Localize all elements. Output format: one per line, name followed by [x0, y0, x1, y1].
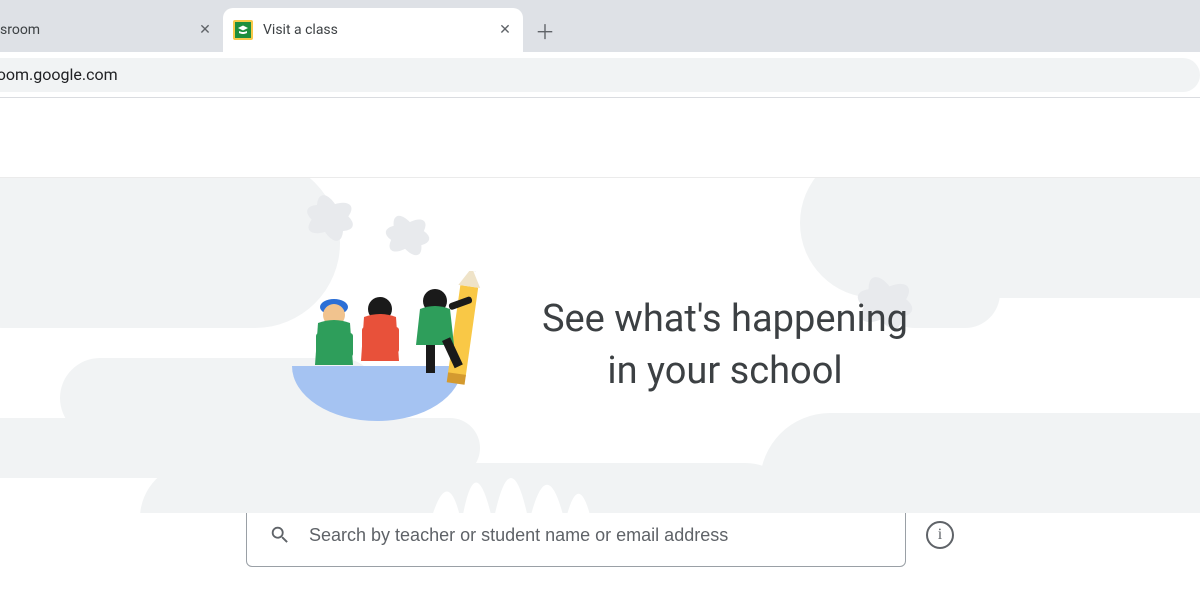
info-icon: i: [938, 526, 942, 544]
browser-tab-strip: sroom ✕ Visit a class ✕ ＋: [0, 0, 1200, 52]
close-icon[interactable]: ✕: [197, 22, 213, 38]
address-input[interactable]: classroom.google.com: [0, 58, 1200, 92]
plus-icon: ＋: [535, 16, 555, 45]
tab-title: Visit a class: [263, 22, 487, 38]
search-input[interactable]: [309, 525, 883, 546]
info-button[interactable]: i: [926, 521, 954, 549]
close-icon[interactable]: ✕: [497, 22, 513, 38]
address-bar: classroom.google.com: [0, 52, 1200, 98]
browser-tab-1[interactable]: Visit a class ✕: [223, 8, 523, 52]
grass-icon: [430, 433, 610, 513]
hero-heading-line1: See what's happening: [542, 294, 908, 345]
browser-tab-0[interactable]: sroom ✕: [0, 8, 223, 52]
hero-heading-line2: in your school: [542, 346, 908, 397]
classroom-favicon-icon: [233, 20, 253, 40]
tab-title: sroom: [0, 22, 187, 38]
hero-section: See what's happening in your school: [0, 178, 1200, 513]
address-text: classroom.google.com: [0, 65, 118, 84]
page-header-blank: [0, 98, 1200, 178]
hero-illustration: [292, 271, 502, 421]
search-icon: [269, 524, 291, 546]
hero-heading: See what's happening in your school: [542, 294, 908, 397]
new-tab-button[interactable]: ＋: [529, 14, 561, 46]
